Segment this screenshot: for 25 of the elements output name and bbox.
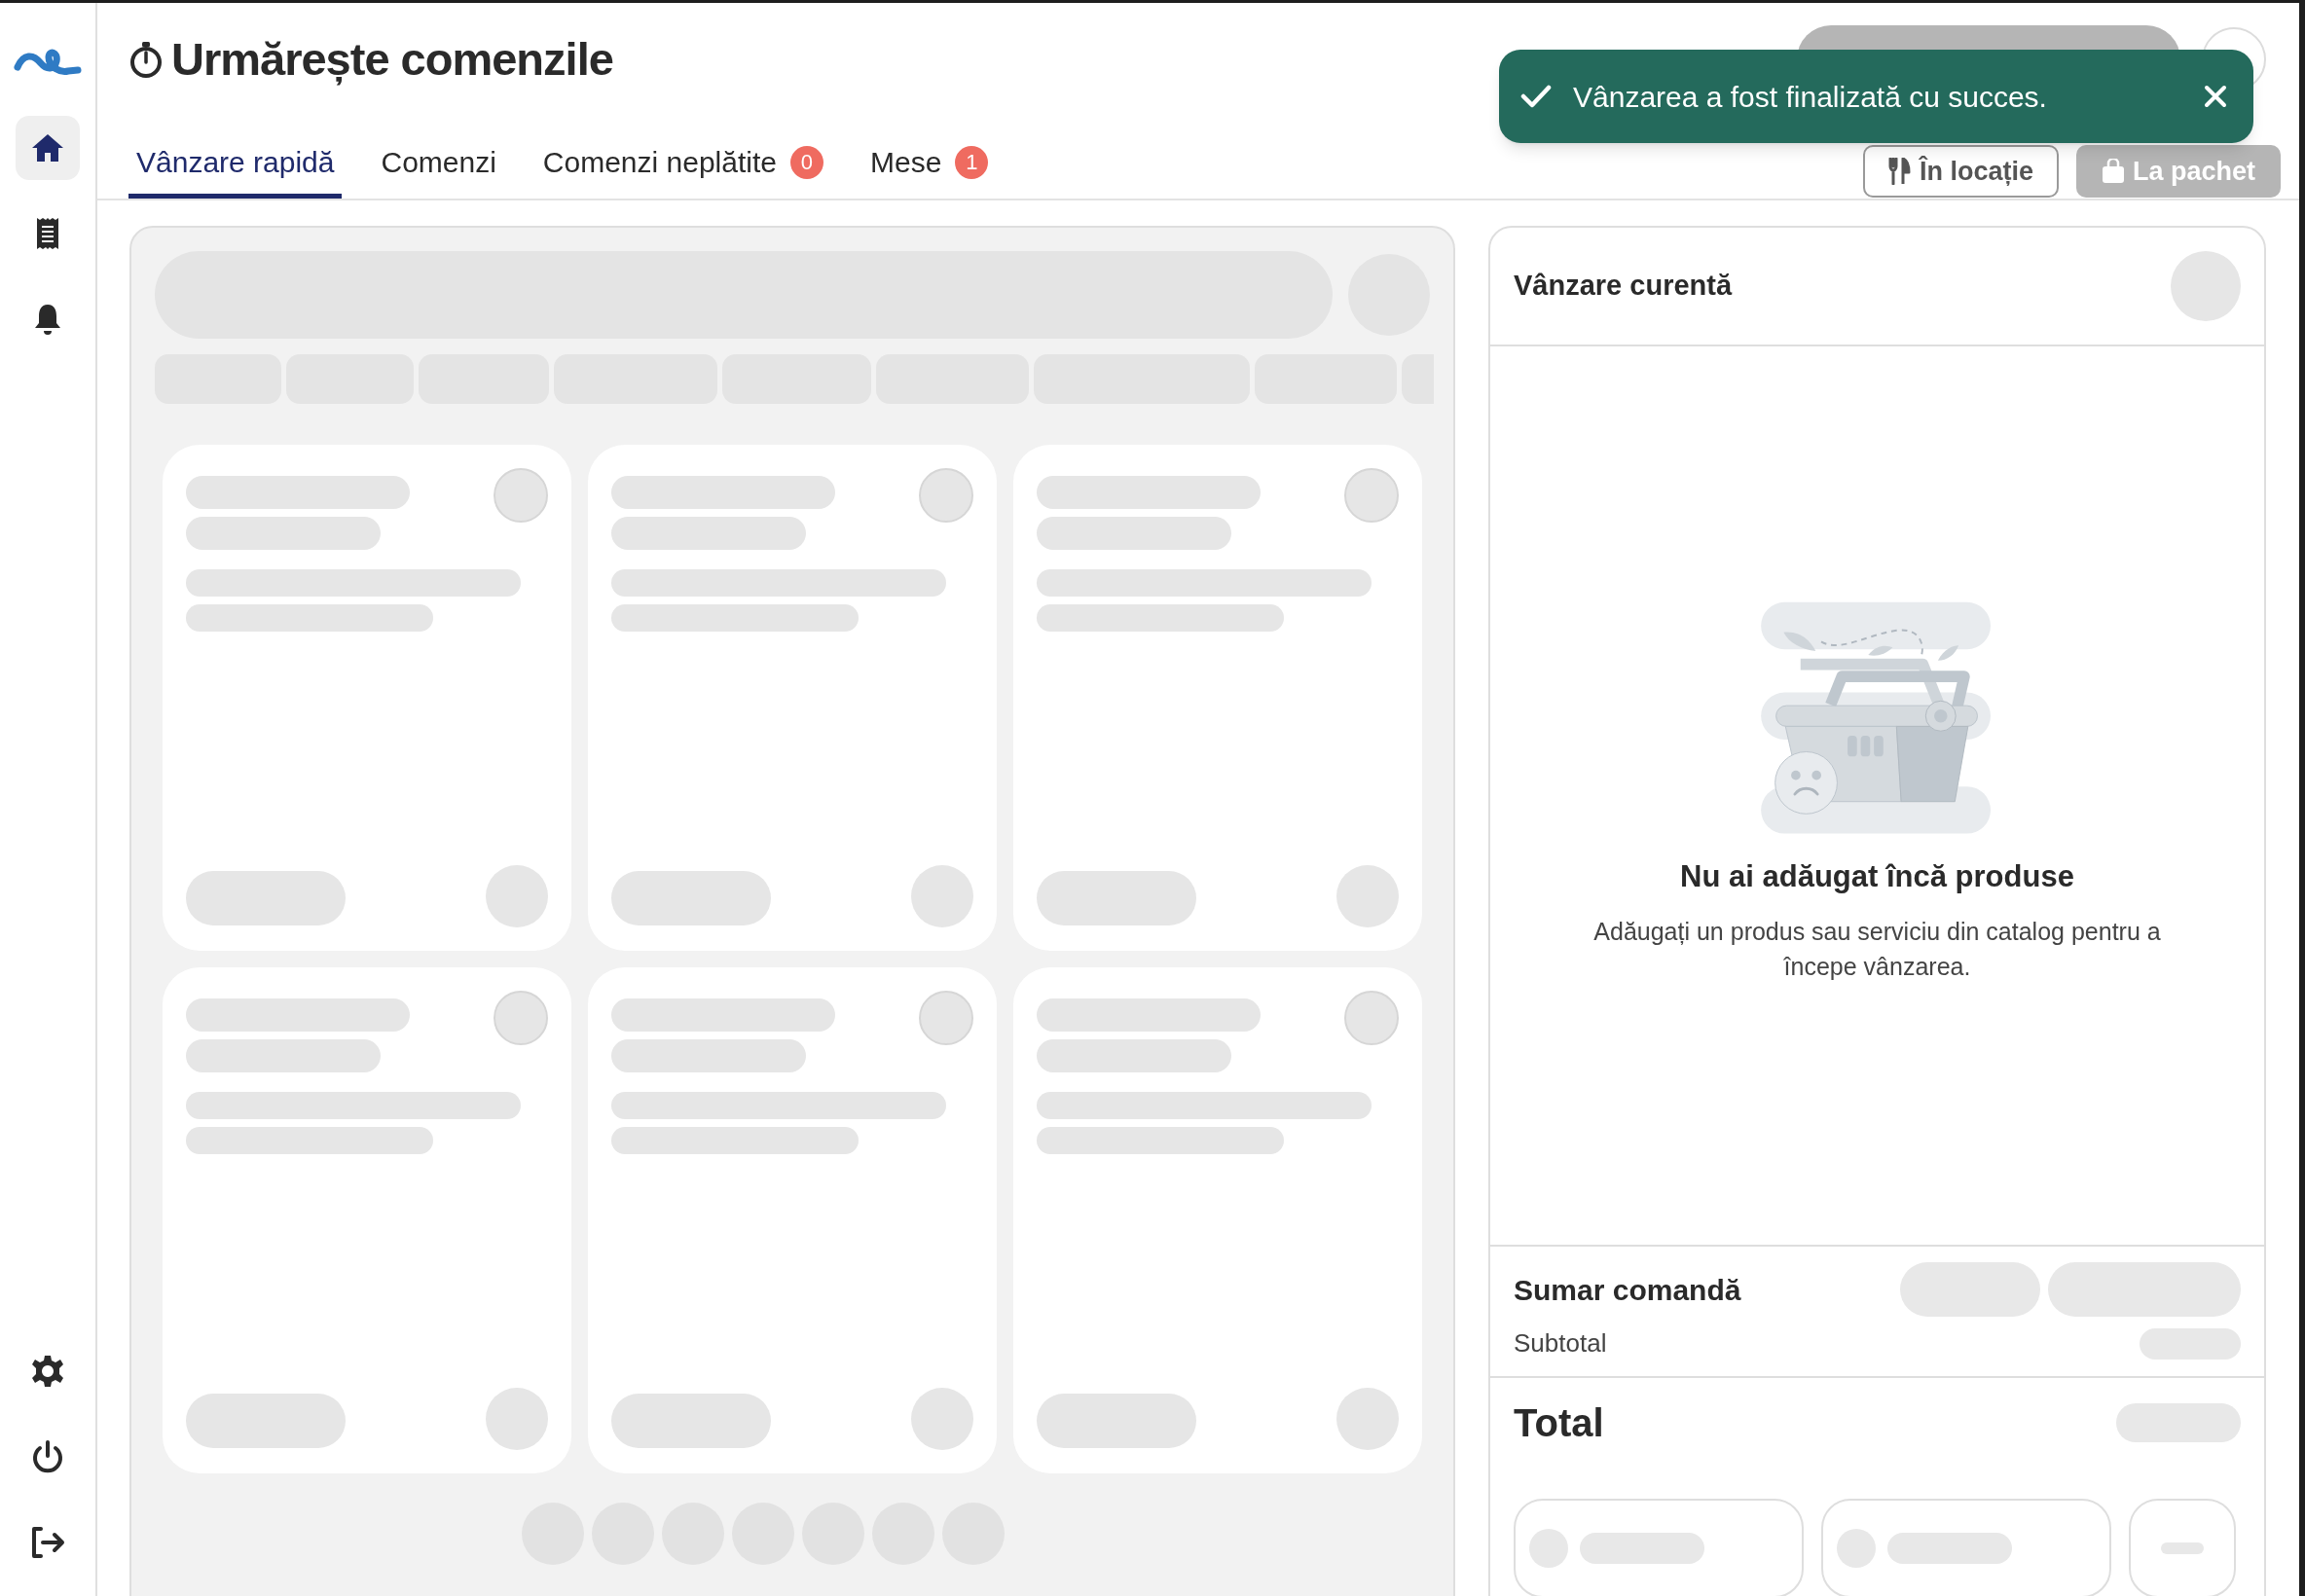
tab[interactable]: Comenzi <box>373 136 504 199</box>
bell-icon <box>33 303 62 336</box>
total-label: Total <box>1514 1400 1604 1446</box>
tab[interactable]: Vânzare rapidă <box>128 136 343 199</box>
home-icon <box>30 132 65 163</box>
toast-message: Vânzarea a fost finalizată cu succes. <box>1573 79 2048 115</box>
panel-title: Vânzare curentă <box>1514 269 1733 304</box>
stopwatch-icon <box>128 40 164 78</box>
sidebar-item[interactable] <box>16 116 80 180</box>
tab[interactable]: Mese 1 <box>862 136 997 199</box>
count-badge: 1 <box>955 145 989 179</box>
power-icon <box>31 1439 64 1474</box>
dine-in-button[interactable]: În locație <box>1863 145 2060 198</box>
tab[interactable]: Comenzi neplătite 0 <box>534 136 831 199</box>
subtotal-label: Subtotal <box>1514 1327 1607 1360</box>
settings-icon <box>30 1354 65 1389</box>
logout-icon <box>29 1526 66 1559</box>
bag-icon <box>2102 159 2126 184</box>
checkmark-icon <box>1520 84 1552 109</box>
summary-title: Sumar comandă <box>1514 1272 1741 1308</box>
empty-state-text: Adăugați un produs sau serviciu din catalog pentru a începe vânzarea. <box>1592 916 2162 982</box>
count-badge: 0 <box>790 145 823 179</box>
receipt-icon <box>35 217 60 250</box>
empty-state-title: Nu ai adăugat încă produse <box>1680 858 2074 895</box>
fork-knife-icon <box>1888 158 1912 185</box>
